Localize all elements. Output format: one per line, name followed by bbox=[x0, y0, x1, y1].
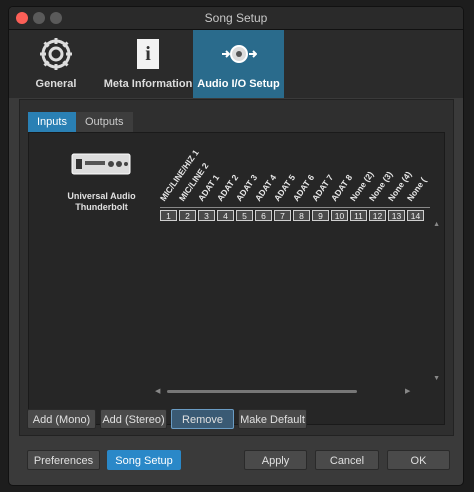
channel-number[interactable]: 9 bbox=[312, 210, 329, 221]
tab-general[interactable]: General bbox=[9, 30, 103, 98]
channel-number[interactable]: 10 bbox=[331, 210, 348, 221]
tab-audio-io-setup[interactable]: Audio I/O Setup bbox=[193, 30, 284, 98]
channel-number[interactable]: 5 bbox=[236, 210, 253, 221]
channel-number[interactable]: 3 bbox=[198, 210, 215, 221]
gear-icon bbox=[40, 38, 72, 70]
channel-number[interactable]: 7 bbox=[274, 210, 291, 221]
channel-number[interactable]: 2 bbox=[179, 210, 196, 221]
device-name-line1: Universal Audio bbox=[67, 191, 136, 201]
tab-meta-information[interactable]: i Meta Information bbox=[103, 30, 193, 98]
device-name-line2: Thunderbolt bbox=[75, 202, 128, 212]
tab-audio-io-label: Audio I/O Setup bbox=[197, 78, 280, 90]
ok-button[interactable]: OK bbox=[387, 450, 450, 470]
cancel-button[interactable]: Cancel bbox=[315, 450, 379, 470]
song-setup-button[interactable]: Song Setup bbox=[107, 450, 181, 470]
channel-matrix: Universal Audio Thunderbolt MIC/LINE/HIZ… bbox=[28, 132, 445, 425]
apply-button[interactable]: Apply bbox=[244, 450, 307, 470]
song-setup-window: Song Setup General i Meta Information Au… bbox=[8, 6, 464, 486]
tab-inputs[interactable]: Inputs bbox=[28, 112, 76, 132]
channel-number[interactable]: 14 bbox=[407, 210, 424, 221]
audio-interface-icon bbox=[71, 153, 131, 175]
scroll-right-arrow-icon[interactable]: ▶ bbox=[405, 387, 410, 395]
window-title: Song Setup bbox=[204, 11, 268, 25]
scroll-down-arrow-icon[interactable]: ▼ bbox=[433, 375, 440, 382]
io-subtabs: Inputs Outputs bbox=[28, 112, 133, 132]
make-default-button[interactable]: Make Default bbox=[238, 409, 307, 429]
tab-meta-label: Meta Information bbox=[103, 78, 193, 90]
svg-text:i: i bbox=[145, 43, 151, 65]
remove-button[interactable]: Remove bbox=[171, 409, 234, 429]
scroll-up-arrow-icon[interactable]: ▲ bbox=[433, 221, 440, 228]
channel-number[interactable]: 8 bbox=[293, 210, 310, 221]
add-mono-button[interactable]: Add (Mono) bbox=[27, 409, 96, 429]
channel-number[interactable]: 11 bbox=[350, 210, 367, 221]
audio-io-icon bbox=[221, 45, 257, 63]
title-bar: Song Setup bbox=[9, 7, 463, 30]
channel-divider bbox=[160, 207, 430, 208]
channel-number[interactable]: 4 bbox=[217, 210, 234, 221]
preferences-button[interactable]: Preferences bbox=[27, 450, 100, 470]
top-tab-bar: General i Meta Information Audio I/O Set… bbox=[9, 30, 463, 98]
tab-outputs[interactable]: Outputs bbox=[75, 112, 133, 132]
device-name: Universal Audio Thunderbolt bbox=[49, 191, 154, 213]
channel-number[interactable]: 12 bbox=[369, 210, 386, 221]
channel-number[interactable]: 6 bbox=[255, 210, 272, 221]
scroll-left-arrow-icon[interactable]: ◀ bbox=[155, 387, 160, 395]
horizontal-scrollbar[interactable] bbox=[167, 390, 357, 393]
info-icon: i bbox=[137, 39, 159, 69]
channel-number[interactable]: 1 bbox=[160, 210, 177, 221]
channel-number[interactable]: 13 bbox=[388, 210, 405, 221]
audio-io-panel: Inputs Outputs Universal Audio Thunderbol… bbox=[19, 99, 454, 436]
add-stereo-button[interactable]: Add (Stereo) bbox=[100, 409, 167, 429]
tab-general-label: General bbox=[35, 78, 77, 90]
